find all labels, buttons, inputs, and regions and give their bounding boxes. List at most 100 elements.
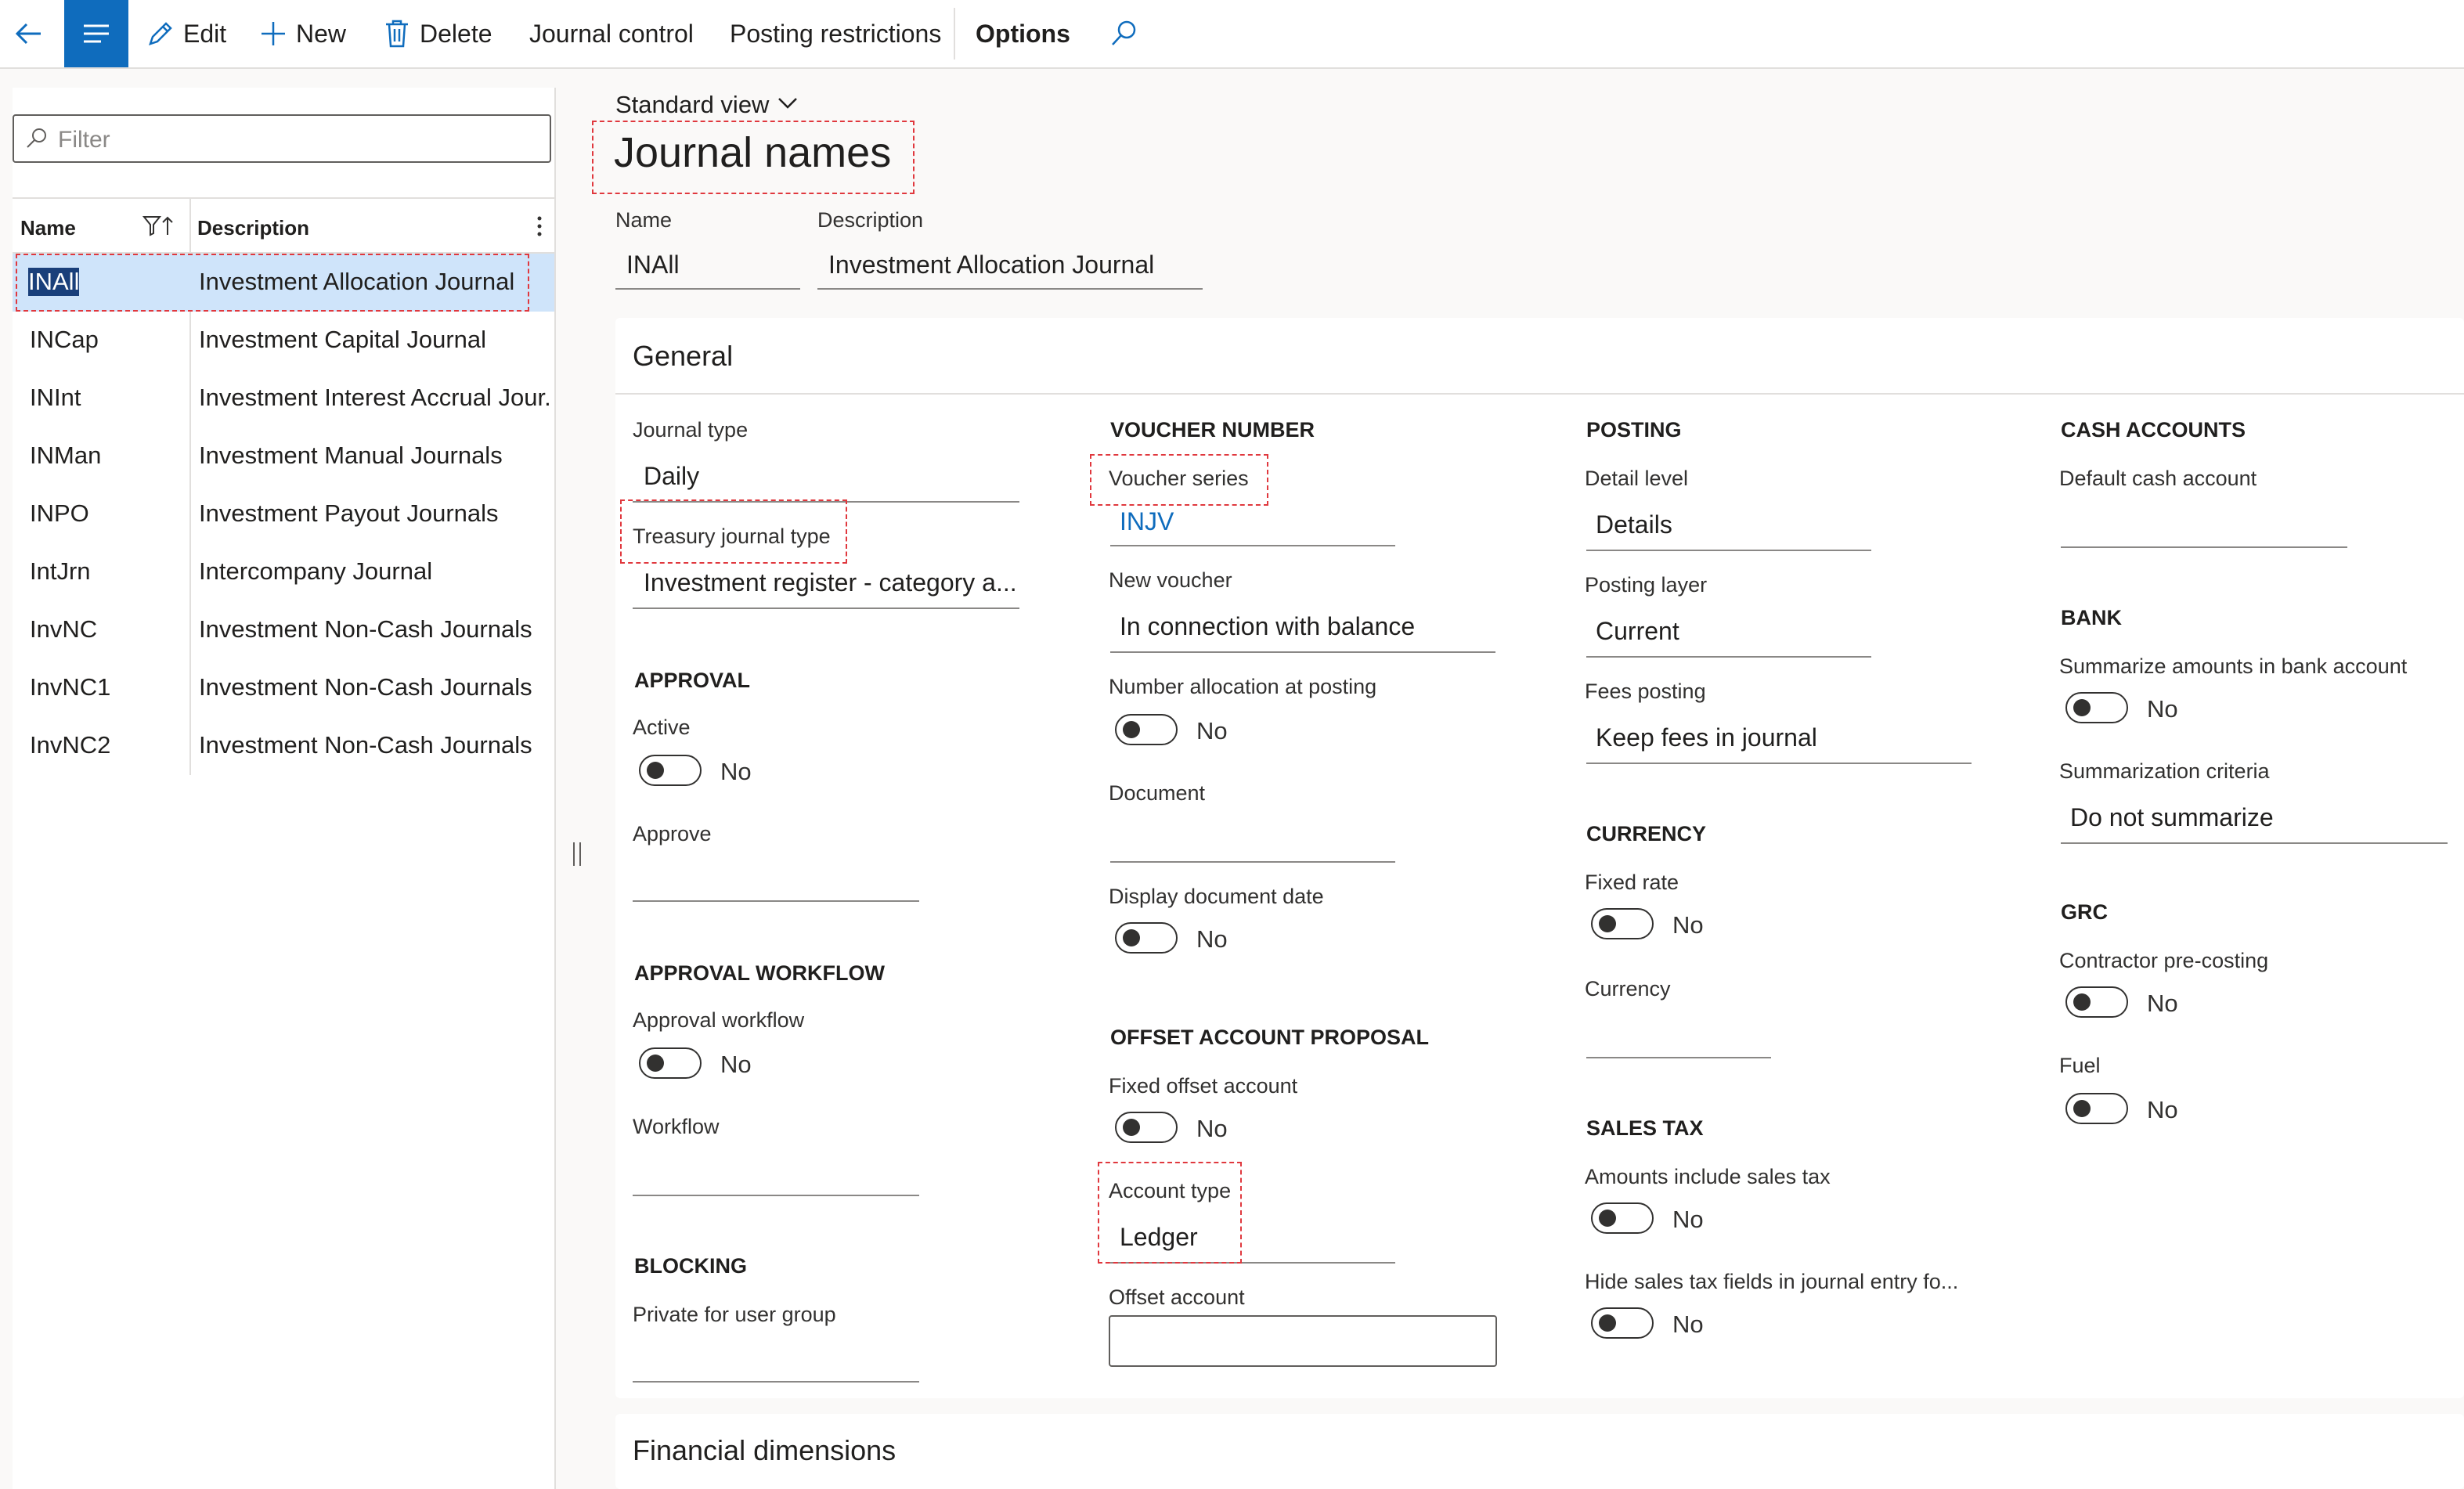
contractor-pre-costing-toggle[interactable] [2065, 986, 2128, 1018]
highlight-page-title [592, 121, 915, 194]
posting-layer-underline [1586, 656, 1871, 658]
approval-workflow-toggle[interactable] [639, 1047, 702, 1079]
bank-section-title: BANK [2061, 606, 2122, 629]
filter-placeholder: Filter [58, 127, 110, 153]
fixed-rate-value: No [1672, 911, 1704, 939]
journal-control-button[interactable]: Journal control [529, 0, 694, 67]
view-selector[interactable]: Standard view [615, 91, 769, 119]
description-field-underline [817, 288, 1203, 290]
table-row[interactable]: INInt Investment Interest Accrual Jour..… [13, 370, 554, 427]
blocking-section-title: BLOCKING [634, 1254, 747, 1278]
summarization-criteria-field[interactable]: Do not summarize [2070, 803, 2274, 832]
row-name: InvNC [30, 615, 98, 643]
row-description: Intercompany Journal [199, 557, 433, 585]
offset-account-input[interactable] [1109, 1315, 1497, 1367]
column-header-description[interactable]: Description [197, 216, 309, 240]
approve-field[interactable] [633, 900, 919, 902]
row-name: InvNC2 [30, 731, 111, 759]
highlight-account-type [1098, 1162, 1242, 1264]
row-description: Investment Interest Accrual Jour... [199, 384, 553, 411]
active-toggle[interactable] [639, 755, 702, 786]
journal-type-field[interactable]: Daily [644, 462, 699, 491]
financial-dimensions-title[interactable]: Financial dimensions [633, 1434, 896, 1467]
summarize-bank-toggle[interactable] [2065, 692, 2128, 723]
fees-posting-field[interactable]: Keep fees in journal [1596, 723, 1817, 752]
document-label: Document [1109, 781, 1206, 805]
document-field[interactable] [1110, 861, 1395, 863]
voucher-series-link[interactable]: INJV [1120, 507, 1174, 536]
row-description: Investment Capital Journal [199, 326, 487, 353]
highlight-selected-row [16, 254, 529, 312]
treasury-journal-type-field[interactable]: Investment register - category a... [644, 568, 1017, 597]
posting-restrictions-label: Posting restrictions [730, 19, 942, 48]
table-row[interactable]: INMan Investment Manual Journals [13, 427, 554, 485]
fuel-toggle[interactable] [2065, 1093, 2128, 1124]
workflow-field[interactable] [633, 1195, 919, 1196]
back-arrow-icon [15, 23, 41, 45]
new-voucher-label: New voucher [1109, 568, 1232, 592]
table-row[interactable]: InvNC2 Investment Non-Cash Journals [13, 717, 554, 775]
summarize-bank-label: Summarize amounts in bank account [2059, 654, 2408, 678]
grc-section-title: GRC [2061, 900, 2108, 924]
table-row[interactable]: InvNC1 Investment Non-Cash Journals [13, 659, 554, 717]
table-row[interactable]: InvNC Investment Non-Cash Journals [13, 601, 554, 659]
row-name: INInt [30, 384, 81, 411]
table-row[interactable]: IntJrn Intercompany Journal [13, 543, 554, 601]
trash-icon [386, 20, 408, 48]
detail-level-underline [1586, 550, 1871, 551]
general-divider [615, 393, 2464, 395]
active-label: Active [633, 716, 691, 739]
more-options-icon[interactable] [536, 215, 543, 238]
private-user-group-field[interactable] [633, 1381, 919, 1383]
table-row[interactable]: INPO Investment Payout Journals [13, 485, 554, 543]
number-allocation-toggle[interactable] [1115, 714, 1178, 745]
back-button[interactable] [13, 0, 44, 67]
edit-button[interactable]: Edit [146, 0, 226, 67]
amounts-include-sales-tax-value: No [1672, 1206, 1704, 1233]
search-button[interactable] [1109, 0, 1138, 67]
row-name: INMan [30, 442, 102, 469]
description-label: Description [817, 208, 924, 232]
fixed-rate-toggle[interactable] [1591, 908, 1654, 939]
splitter-handle[interactable] [573, 842, 581, 866]
sales-tax-section-title: SALES TAX [1586, 1116, 1704, 1140]
table-row[interactable]: INCap Investment Capital Journal [13, 312, 554, 370]
plus-icon [262, 22, 285, 45]
filter-input[interactable]: Filter [13, 114, 551, 163]
fixed-offset-account-toggle[interactable] [1115, 1112, 1178, 1143]
filter-sort-icon[interactable] [143, 215, 174, 238]
currency-field[interactable] [1586, 1057, 1771, 1058]
menu-button[interactable] [64, 0, 128, 67]
new-voucher-field[interactable]: In connection with balance [1120, 612, 1415, 641]
delete-button[interactable]: Delete [384, 0, 492, 67]
row-description: Investment Non-Cash Journals [199, 731, 532, 759]
approval-section-title: APPROVAL [634, 669, 751, 692]
approve-label: Approve [633, 822, 712, 845]
name-field[interactable]: INAll [626, 251, 680, 279]
column-header-name[interactable]: Name [20, 216, 76, 240]
fees-posting-underline [1586, 763, 1972, 764]
chevron-down-icon[interactable] [777, 96, 799, 111]
hide-sales-tax-value: No [1672, 1311, 1704, 1338]
currency-section-title: CURRENCY [1586, 822, 1707, 845]
summarize-bank-value: No [2147, 695, 2178, 723]
options-tab[interactable]: Options [976, 0, 1070, 67]
detail-level-field[interactable]: Details [1596, 510, 1672, 539]
default-cash-account-field[interactable] [2061, 546, 2347, 548]
lines-icon [84, 24, 109, 43]
posting-restrictions-button[interactable]: Posting restrictions [730, 0, 941, 67]
new-button[interactable]: New [258, 0, 346, 67]
search-icon [1112, 20, 1136, 45]
general-title[interactable]: General [633, 340, 733, 373]
display-document-date-toggle[interactable] [1115, 922, 1178, 954]
journal-type-label: Journal type [633, 418, 749, 442]
name-label: Name [615, 208, 673, 232]
toolbar-separator [954, 8, 955, 59]
amounts-include-sales-tax-toggle[interactable] [1591, 1202, 1654, 1234]
description-field[interactable]: Investment Allocation Journal [828, 251, 1154, 279]
hide-sales-tax-toggle[interactable] [1591, 1307, 1654, 1339]
search-icon [27, 128, 46, 148]
row-name: InvNC1 [30, 673, 111, 701]
posting-layer-field[interactable]: Current [1596, 617, 1679, 646]
row-description: Investment Non-Cash Journals [199, 615, 532, 643]
